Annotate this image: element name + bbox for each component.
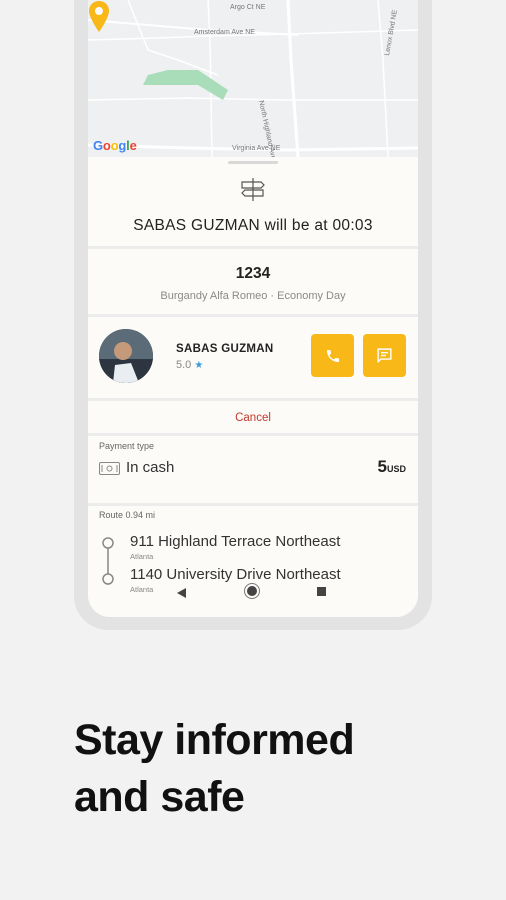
payment-method: In cash xyxy=(126,459,175,476)
price-currency: USD xyxy=(386,464,406,474)
pickup-address[interactable]: 911 Highland Terrace Northeast xyxy=(130,533,340,550)
street-label: Virginia Ave NE xyxy=(232,145,281,152)
eta-panel: SABAS GUZMAN will be at 00:03 xyxy=(88,158,418,246)
driver-avatar xyxy=(99,329,153,383)
phone-icon xyxy=(326,349,339,362)
star-icon: ★ xyxy=(194,360,204,371)
pickup-city: Atlanta xyxy=(130,552,154,561)
driver-photo xyxy=(99,329,153,383)
headline: Stay informed and safe xyxy=(74,712,474,826)
google-logo: Google xyxy=(93,138,137,153)
car-description: Burgandy Alfa Romeo · Economy Day xyxy=(160,290,346,302)
payment-section[interactable]: Payment type In cash 5USD xyxy=(88,436,418,503)
car-plate: 1234 xyxy=(235,265,271,282)
route-label: Route 0.94 mi xyxy=(99,510,156,520)
cancel-row: Cancel xyxy=(88,402,418,434)
street-label: Amsterdam Ave NE xyxy=(194,29,255,36)
driver-name: SABAS GUZMAN xyxy=(176,343,274,355)
home-icon[interactable] xyxy=(247,586,257,596)
driver-card: SABAS GUZMAN 5.0 ★ xyxy=(88,318,418,398)
headline-line-2: and safe xyxy=(74,773,245,821)
rating-value: 5.0 xyxy=(176,359,192,371)
price: 5USD xyxy=(378,457,406,477)
android-nav-bar xyxy=(88,584,418,608)
message-button[interactable] xyxy=(363,334,406,377)
cancel-button[interactable]: Cancel xyxy=(88,412,418,424)
route-line-icon xyxy=(102,537,114,585)
map-view[interactable]: Argo Ct NE Amsterdam Ave NE North Highla… xyxy=(88,0,418,157)
headline-line-1: Stay informed xyxy=(74,716,355,764)
phone-screen: Argo Ct NE Amsterdam Ave NE North Highla… xyxy=(88,0,418,617)
price-amount: 5 xyxy=(377,457,387,476)
location-pin-icon[interactable] xyxy=(88,0,110,34)
chat-icon xyxy=(377,348,392,363)
back-icon[interactable] xyxy=(177,588,186,598)
recent-apps-icon[interactable] xyxy=(317,587,326,596)
street-label: Argo Ct NE xyxy=(230,4,266,11)
dropoff-address[interactable]: 1140 University Drive Northeast xyxy=(130,566,341,583)
divider xyxy=(88,398,418,401)
divider xyxy=(88,246,418,249)
divider xyxy=(88,314,418,317)
eta-message: SABAS GUZMAN will be at 00:03 xyxy=(133,217,373,234)
payment-type-label: Payment type xyxy=(99,441,155,451)
signpost-icon xyxy=(241,178,265,201)
driver-rating: 5.0 ★ xyxy=(176,359,203,371)
car-info: 1234 Burgandy Alfa Romeo · Economy Day xyxy=(88,250,418,314)
drag-handle[interactable] xyxy=(228,161,278,164)
cash-icon xyxy=(99,462,120,475)
map-streets xyxy=(88,0,418,157)
call-button[interactable] xyxy=(311,334,354,377)
